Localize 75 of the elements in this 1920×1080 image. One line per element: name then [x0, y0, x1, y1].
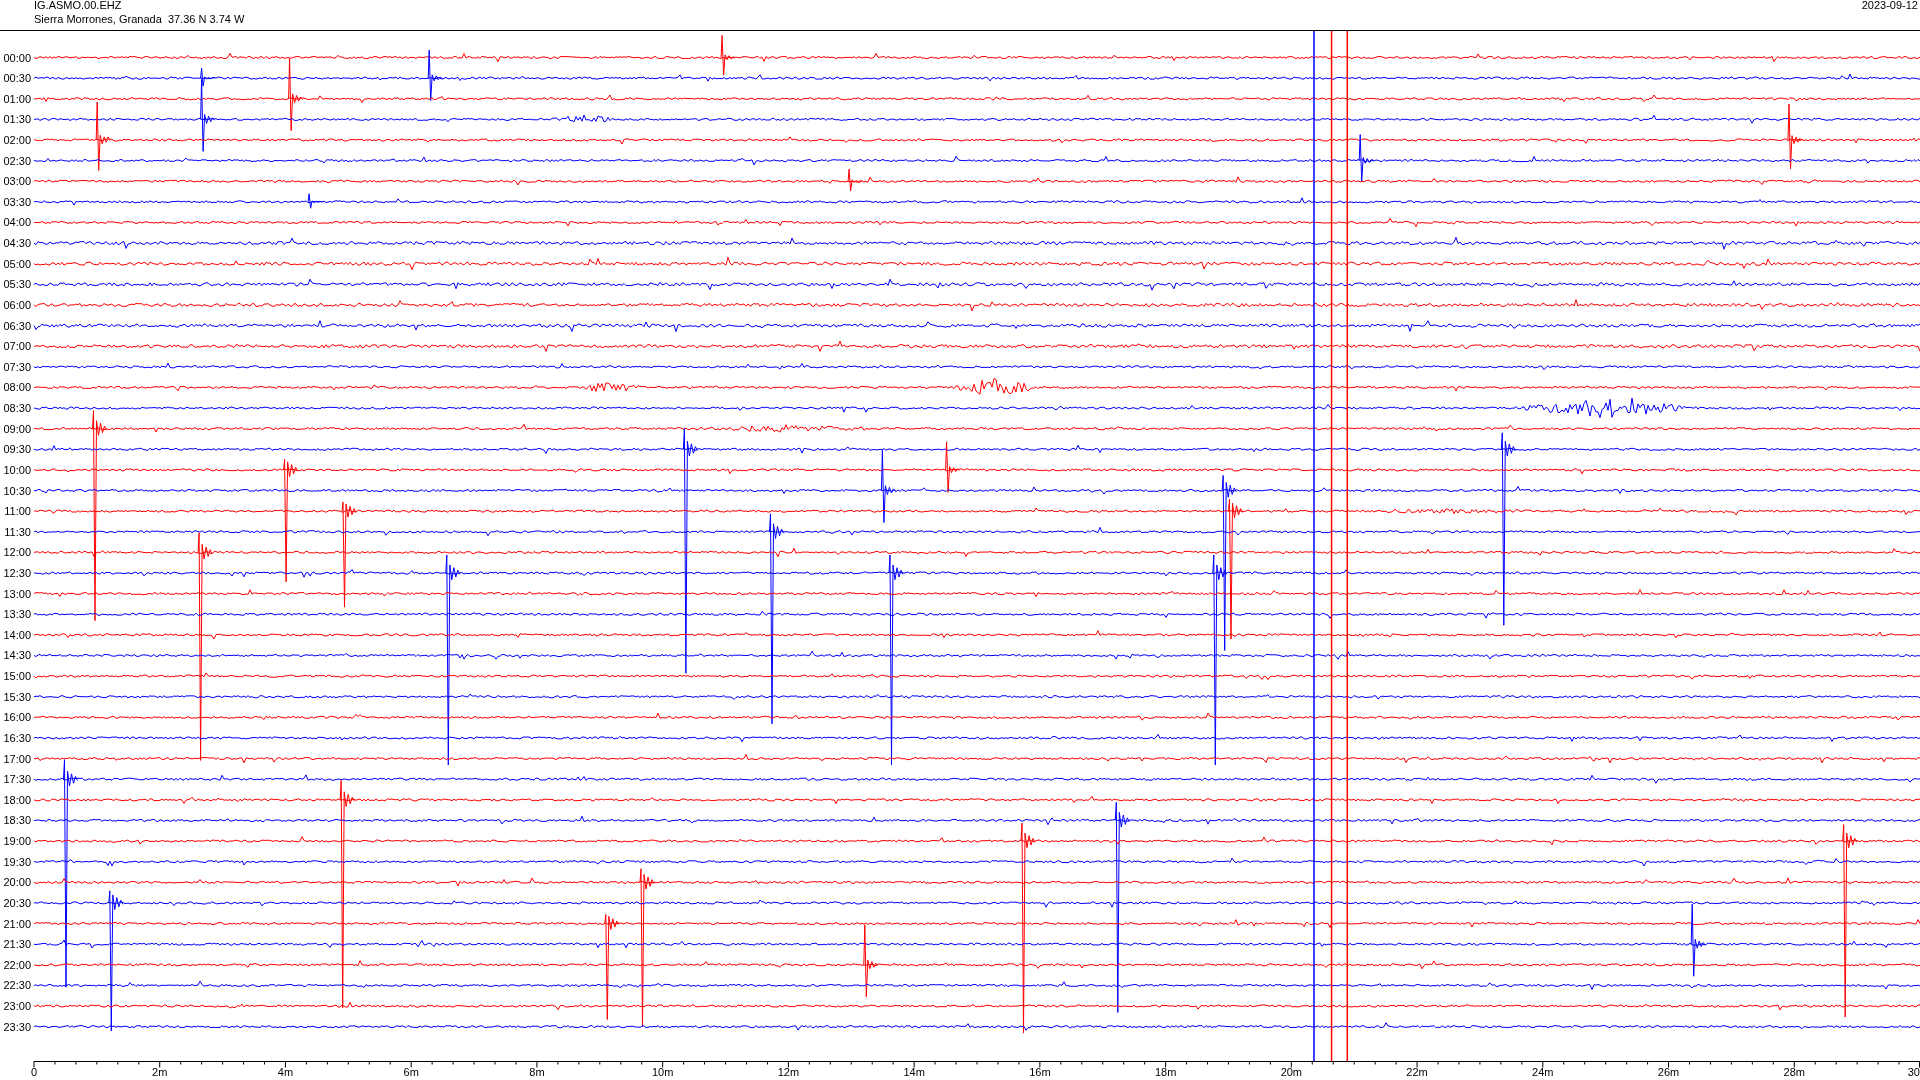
seismic-spike	[847, 168, 863, 192]
seismic-spike	[720, 35, 736, 76]
axis-tick-label: 2m	[152, 1066, 168, 1078]
axis-tick-label: 8m	[529, 1066, 545, 1078]
time-label: 13:30	[3, 608, 31, 621]
time-label: 15:30	[3, 690, 31, 703]
time-label: 20:00	[3, 876, 31, 889]
time-label: 16:00	[3, 711, 31, 724]
time-label: 06:30	[3, 319, 31, 332]
time-label: 21:00	[3, 917, 31, 930]
time-label: 10:30	[3, 484, 31, 497]
time-label: 11:00	[4, 505, 31, 518]
axis-tick-label: 28m	[1783, 1066, 1805, 1078]
time-label: 17:30	[3, 773, 31, 786]
time-label: 01:00	[3, 92, 31, 105]
time-label: 09:00	[3, 422, 31, 435]
station-location: Sierra Morrones, Granada 37.36 N 3.74 W	[34, 13, 245, 25]
time-label: 05:00	[3, 257, 31, 270]
axis-tick-label: 26m	[1657, 1066, 1680, 1078]
seismic-spike	[1358, 134, 1374, 182]
time-label: 19:30	[3, 855, 31, 868]
time-label: 15:00	[3, 670, 31, 683]
axis-tick-label: 12m	[777, 1066, 800, 1078]
time-label: 04:30	[3, 237, 31, 250]
time-label: 03:30	[3, 195, 31, 208]
axis-tick-label: 22m	[1406, 1066, 1428, 1078]
axis-tick-label: 4m	[277, 1066, 294, 1078]
axis-tick-label: 24m	[1532, 1066, 1554, 1078]
time-label: 18:00	[3, 793, 31, 806]
seismic-spike	[307, 193, 323, 209]
time-label: 00:30	[3, 72, 31, 85]
time-label: 06:00	[3, 298, 31, 311]
axis-tick-label: 20m	[1280, 1066, 1303, 1078]
time-label: 08:30	[3, 402, 31, 415]
time-label: 19:00	[3, 835, 31, 848]
axis-tick-label: 0	[30, 1066, 38, 1078]
plot-date: 2023-09-12	[1861, 0, 1918, 11]
seismic-spike	[95, 101, 111, 171]
time-label: 09:30	[3, 443, 31, 456]
time-label: 20:30	[3, 896, 31, 909]
time-label: 12:00	[3, 546, 31, 559]
time-label: 13:00	[3, 587, 31, 600]
station-code: IG.ASMO.00.EHZ	[34, 0, 122, 11]
seismic-spike	[1787, 103, 1803, 170]
time-label: 02:30	[3, 154, 31, 167]
seismic-spike	[427, 49, 443, 101]
time-label: 03:00	[3, 175, 31, 188]
time-label: 07:30	[3, 360, 31, 373]
time-label: 22:30	[3, 979, 31, 992]
time-label: 21:30	[3, 938, 31, 951]
time-label: 04:00	[3, 216, 31, 229]
time-label: 23:00	[3, 1000, 31, 1012]
time-label: 00:00	[3, 51, 31, 64]
time-label: 07:00	[3, 340, 31, 353]
time-label: 22:00	[3, 958, 31, 971]
axis-tick-label: 16m	[1029, 1066, 1051, 1078]
time-label: 08:00	[3, 381, 31, 394]
seismic-spike	[945, 441, 961, 493]
axis-tick-label: 18m	[1154, 1066, 1177, 1078]
time-label: 14:30	[3, 649, 31, 662]
time-label: 05:30	[3, 278, 31, 291]
axis-tick-label: 6m	[403, 1066, 419, 1078]
time-label: 01:30	[3, 113, 31, 126]
time-label: 16:30	[3, 731, 31, 744]
time-label: 02:00	[3, 134, 31, 146]
time-label: 14:00	[3, 628, 31, 641]
axis-tick-label: 14m	[903, 1066, 925, 1078]
time-label: 12:30	[3, 567, 31, 579]
time-label: 11:30	[4, 525, 31, 538]
time-label: 18:30	[3, 814, 31, 827]
axis-tick-label: 10m	[651, 1066, 674, 1078]
time-label: 10:00	[3, 463, 31, 476]
time-label: 23:30	[3, 1020, 31, 1033]
axis-tick-label: 30	[1907, 1066, 1920, 1078]
time-label: 17:00	[3, 752, 31, 765]
